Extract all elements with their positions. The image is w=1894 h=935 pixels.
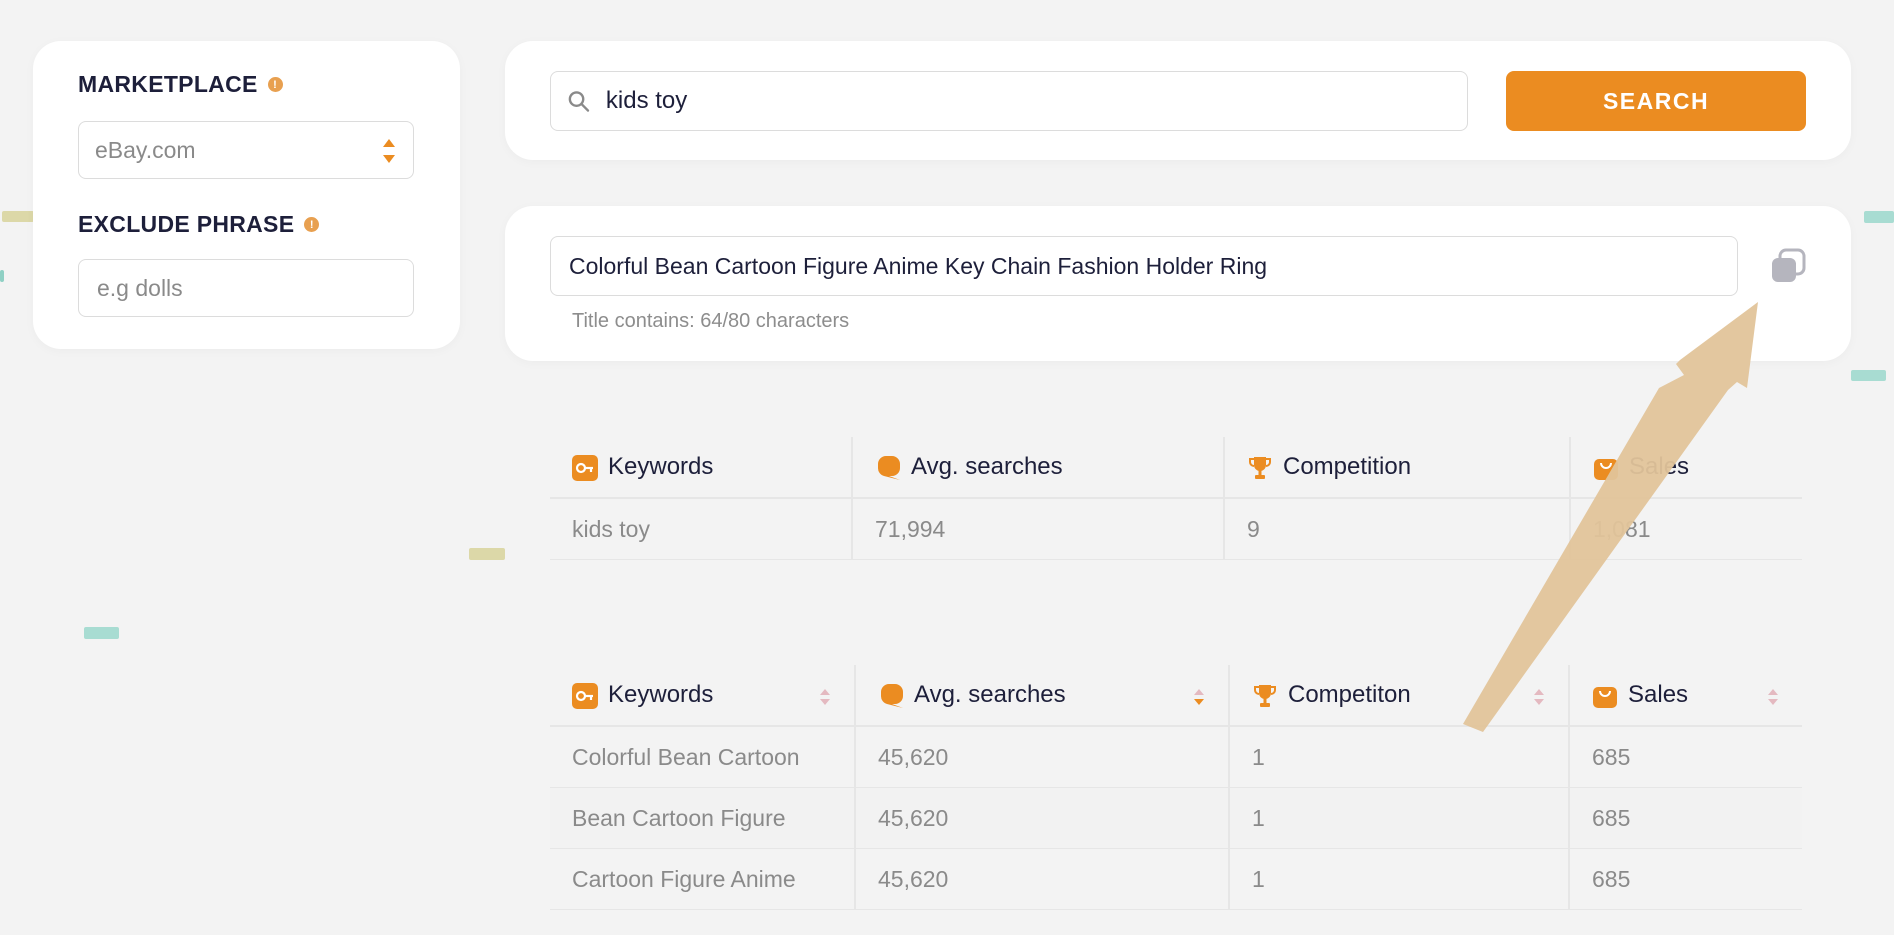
exclude-phrase-field[interactable] [78,259,414,317]
title-field[interactable] [550,236,1738,296]
column-header-competition: Competition [1223,437,1570,499]
search-input[interactable] [603,86,1467,116]
table-cell: Cartoon Figure Anime [550,848,855,910]
key-icon [572,454,598,481]
decorative-dash [2,211,34,222]
decorative-dash [1864,211,1894,223]
title-input[interactable] [567,251,1737,281]
table-row[interactable]: Colorful Bean Cartoon 45,620 1 685 [550,726,1802,788]
shopping-bag-icon [1593,686,1617,708]
table-cell: 685 [1568,848,1802,910]
decorative-dash [0,270,4,282]
table-row[interactable]: Bean Cartoon Figure 45,620 1 685 [550,787,1802,849]
search-icon [568,91,590,112]
keywords-table: Keywords Avg. searches Competiton Sales … [550,665,1802,910]
table-cell: 685 [1568,787,1802,849]
info-icon[interactable]: ! [304,217,320,232]
column-header-avg-searches[interactable]: Avg. searches [854,665,1229,727]
info-icon[interactable]: ! [267,77,283,92]
speech-bubble-icon [880,683,903,708]
trophy-icon [1254,684,1276,707]
speech-bubble-icon [877,455,900,480]
summary-table: Keywords Avg. searches Competition Sales… [550,437,1802,560]
column-header-avg-searches: Avg. searches [851,437,1224,499]
column-header-sales[interactable]: Sales [1568,665,1802,727]
search-field[interactable] [550,71,1468,131]
table-row[interactable]: Cartoon Figure Anime 45,620 1 685 [550,848,1802,910]
decorative-dash [1851,370,1886,381]
table-cell: 9 [1223,498,1570,560]
sort-icon[interactable] [1532,686,1546,708]
table-cell: Colorful Bean Cartoon [550,726,855,788]
decorative-dash [469,548,505,560]
column-header-keywords: Keywords [550,437,852,499]
column-header-keywords[interactable]: Keywords [550,665,855,727]
marketplace-label: MARKETPLACE ! [78,71,283,98]
sort-icon[interactable] [1192,686,1206,708]
title-card: Title contains: 64/80 characters [505,206,1851,361]
table-cell: 71,994 [851,498,1224,560]
copy-icon[interactable] [1768,246,1808,286]
table-cell: 45,620 [854,787,1229,849]
table-cell: kids toy [550,498,852,560]
column-header-sales: Sales [1569,437,1802,499]
column-header-competition[interactable]: Competiton [1228,665,1569,727]
table-cell: Bean Cartoon Figure [550,787,855,849]
table-cell: 685 [1568,726,1802,788]
search-button[interactable]: SEARCH [1506,71,1806,131]
marketplace-select[interactable]: eBay.com [78,121,414,179]
exclude-phrase-label: EXCLUDE PHRASE ! [78,211,320,238]
select-stepper-icon[interactable] [381,136,397,166]
table-cell: 45,620 [854,848,1229,910]
title-char-count: Title contains: 64/80 characters [572,310,850,332]
table-cell: 1 [1228,848,1569,910]
sort-icon[interactable] [818,686,832,708]
sort-icon[interactable] [1766,686,1780,708]
trophy-icon [1249,456,1271,479]
table-cell: 1,081 [1569,498,1802,560]
filter-panel: MARKETPLACE ! eBay.com EXCLUDE PHRASE ! [33,41,460,349]
table-row: kids toy 71,994 9 1,081 [550,498,1802,560]
key-icon [572,682,598,709]
exclude-phrase-input[interactable] [95,273,413,303]
search-card: SEARCH [505,41,1851,160]
table-cell: 1 [1228,787,1569,849]
decorative-dash [84,627,119,639]
table-cell: 1 [1228,726,1569,788]
shopping-bag-icon [1594,458,1618,480]
table-cell: 45,620 [854,726,1229,788]
